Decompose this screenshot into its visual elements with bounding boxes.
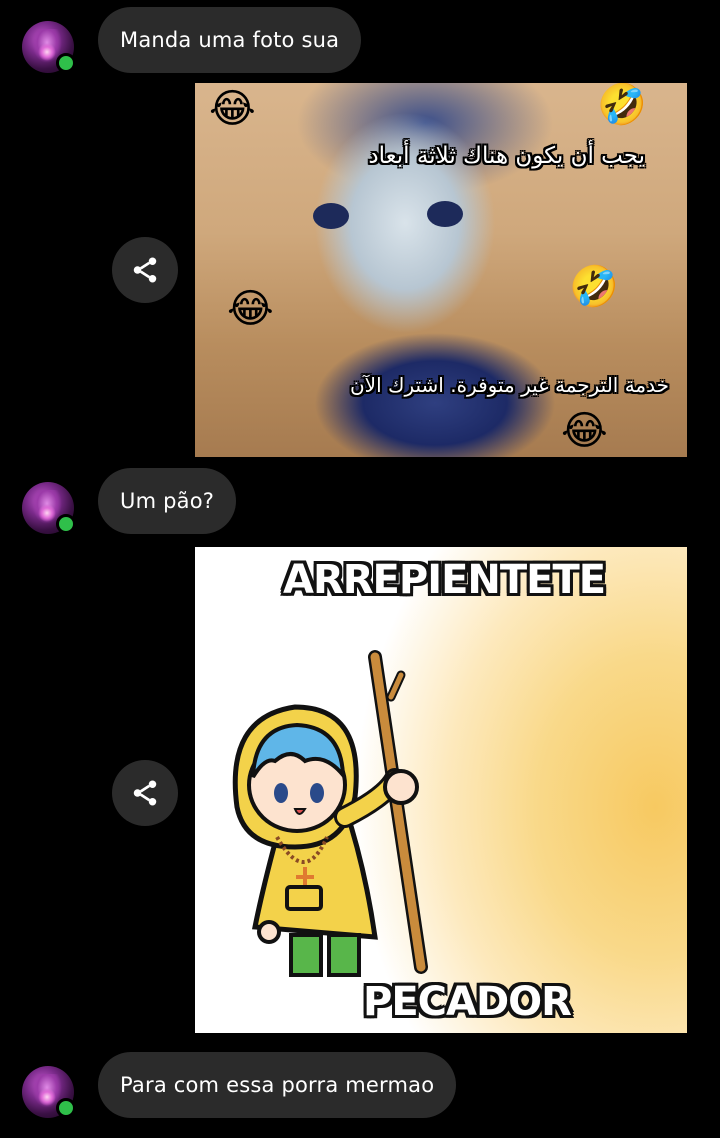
laughing-emoji-icon: 😂 xyxy=(227,286,274,332)
meme-caption-bottom: خدمة الترجمة غير متوفرة. اشترك الآن xyxy=(349,373,669,397)
avatar[interactable] xyxy=(22,1066,76,1118)
meme-caption-top: يجب أن يكون هناك ثلاثة أبعاد xyxy=(368,143,645,169)
share-button[interactable] xyxy=(112,760,178,826)
meme-caption-bottom: PECADOR xyxy=(363,979,572,1025)
message-text: Para com essa porra mermao xyxy=(120,1073,435,1097)
figure-eye xyxy=(313,203,349,229)
laughing-emoji-icon: 😂 xyxy=(209,86,256,132)
share-icon xyxy=(133,780,157,806)
laughing-emoji-icon: 😂 xyxy=(561,408,608,454)
share-icon xyxy=(133,257,157,283)
message-bubble[interactable]: Manda uma foto sua xyxy=(98,7,362,73)
online-status-dot xyxy=(56,514,76,534)
message-bubble[interactable]: Para com essa porra mermao xyxy=(98,1052,457,1118)
share-button[interactable] xyxy=(112,237,178,303)
rofl-emoji-icon: 🤣 xyxy=(597,83,647,128)
shared-image-meme[interactable]: ARREPIENTETE PECADOR xyxy=(195,547,687,1033)
avatar[interactable] xyxy=(22,21,76,73)
message-text: Um pão? xyxy=(120,489,215,513)
online-status-dot xyxy=(56,1098,76,1118)
rofl-emoji-icon: 🤣 xyxy=(569,264,619,310)
figure-eye xyxy=(427,201,463,227)
shared-image-meme[interactable]: 😂 🤣 يجب أن يكون هناك ثلاثة أبعاد 😂 🤣 خدم… xyxy=(195,83,687,457)
message-text: Manda uma foto sua xyxy=(120,28,340,52)
avatar[interactable] xyxy=(22,482,76,534)
message-bubble[interactable]: Um pão? xyxy=(98,468,237,534)
online-status-dot xyxy=(56,53,76,73)
girl-with-staff-illustration xyxy=(232,650,428,977)
